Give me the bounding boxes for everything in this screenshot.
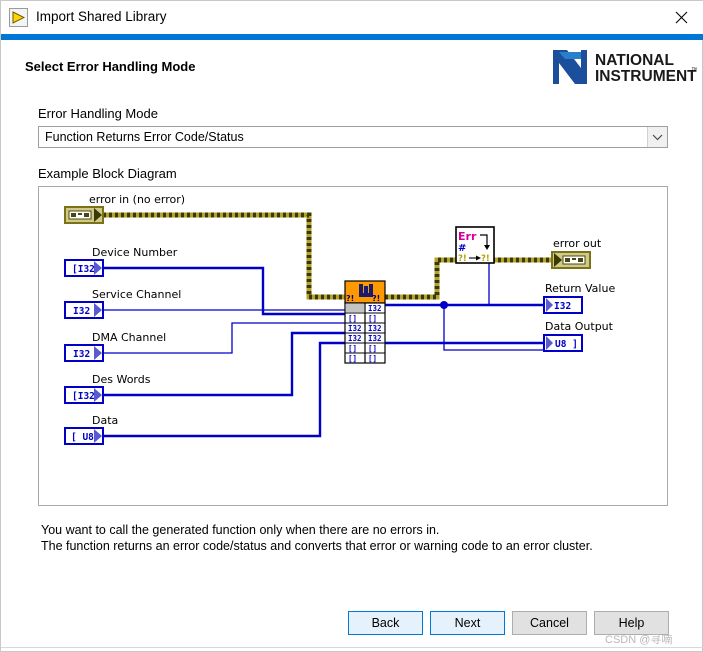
svg-text:?!: ?! (458, 254, 467, 264)
data-terminal-glyph: [ U8 (64, 427, 104, 445)
svg-text:?!: ?! (481, 254, 490, 264)
svg-text:I32: I32 (554, 301, 571, 312)
logo-line-2: INSTRUMENTS (595, 68, 697, 85)
error-in-terminal-glyph (64, 206, 104, 224)
national-instruments-logo: NATIONAL INSTRUMENTS ™ (551, 48, 703, 86)
simple-error-handler-node: Err # ?! ?! (455, 226, 495, 264)
next-button[interactable]: Next (430, 611, 505, 635)
device-number-label: Device Number (92, 246, 178, 259)
error-handling-mode-value: Function Returns Error Code/Status (45, 130, 244, 144)
svg-text:I32: I32 (368, 334, 382, 343)
dma-channel-label: DMA Channel (92, 331, 167, 344)
call-library-function-node: ?! ?! [] I32 I32 [] [] I32 [] I32 I32 []… (344, 280, 386, 364)
dma-channel-terminal-glyph: I32 (64, 344, 104, 362)
back-button[interactable]: Back (348, 611, 423, 635)
svg-text:I32: I32 (368, 304, 382, 313)
service-channel-terminal-glyph: I32 (64, 301, 104, 319)
svg-text:Err: Err (458, 230, 477, 243)
svg-text:I32: I32 (368, 324, 382, 333)
error-out-terminal-glyph (551, 251, 591, 269)
svg-text:[I32: [I32 (72, 391, 95, 402)
return-value-label: Return Value (545, 282, 616, 295)
des-words-terminal-glyph: [I32 (64, 386, 104, 404)
svg-text:[]: [] (368, 344, 377, 353)
wire-junction (440, 301, 448, 309)
window-title: Import Shared Library (36, 9, 167, 24)
accent-bar (1, 34, 703, 40)
data-output-label: Data Output (545, 320, 613, 333)
example-block-diagram: [I32 I32 I32 [I32 [U8 ?! ?! [] I32 I32 … (38, 186, 668, 506)
svg-text:?!: ?! (346, 294, 354, 303)
title-bar: Import Shared Library (1, 1, 703, 34)
page-title: Select Error Handling Mode (25, 59, 196, 74)
svg-text:[I32: [I32 (72, 264, 95, 275)
data-output-terminal-glyph: U8 ] (543, 334, 583, 352)
svg-text:?!: ?! (372, 294, 380, 303)
svg-text:[]: [] (368, 354, 377, 363)
error-out-wire (385, 257, 552, 300)
description-line-2: The function returns an error code/statu… (41, 539, 593, 553)
labview-run-icon (9, 8, 28, 27)
svg-text:[]: [] (348, 344, 357, 353)
service-channel-label: Service Channel (92, 288, 182, 301)
error-in-label: error in (no error) (89, 193, 186, 206)
close-button[interactable] (659, 1, 703, 34)
import-shared-library-window: Import Shared Library Select Error Handl… (0, 0, 703, 652)
svg-text:[]: [] (348, 314, 357, 323)
error-out-label: error out (553, 237, 602, 250)
chevron-down-icon[interactable] (647, 127, 667, 147)
svg-text:™: ™ (691, 67, 697, 74)
error-handling-mode-label: Error Handling Mode (38, 106, 158, 121)
svg-text:[]: [] (348, 354, 357, 363)
cancel-button[interactable]: Cancel (512, 611, 587, 635)
bottom-divider (1, 647, 703, 648)
error-handling-mode-select[interactable]: Function Returns Error Code/Status (38, 126, 668, 148)
logo-line-1: NATIONAL (595, 52, 674, 69)
svg-text:[]: [] (368, 314, 377, 323)
return-value-terminal-glyph: I32 (543, 296, 583, 314)
svg-text:I32: I32 (348, 324, 362, 333)
svg-text:I32: I32 (73, 306, 90, 317)
watermark: CSDN @寻喃 (605, 634, 673, 646)
data-label: Data (92, 414, 119, 427)
example-block-diagram-label: Example Block Diagram (38, 166, 177, 181)
svg-text:I32: I32 (73, 349, 90, 360)
svg-text:[ U8: [ U8 (71, 432, 94, 443)
svg-text:#: # (458, 243, 466, 254)
svg-text:I32: I32 (348, 334, 362, 343)
des-words-label: Des Words (92, 373, 151, 386)
description-line-1: You want to call the generated function … (41, 523, 440, 537)
svg-text:U8 ]: U8 ] (555, 339, 578, 350)
device-number-terminal-glyph: [I32 (64, 259, 104, 277)
